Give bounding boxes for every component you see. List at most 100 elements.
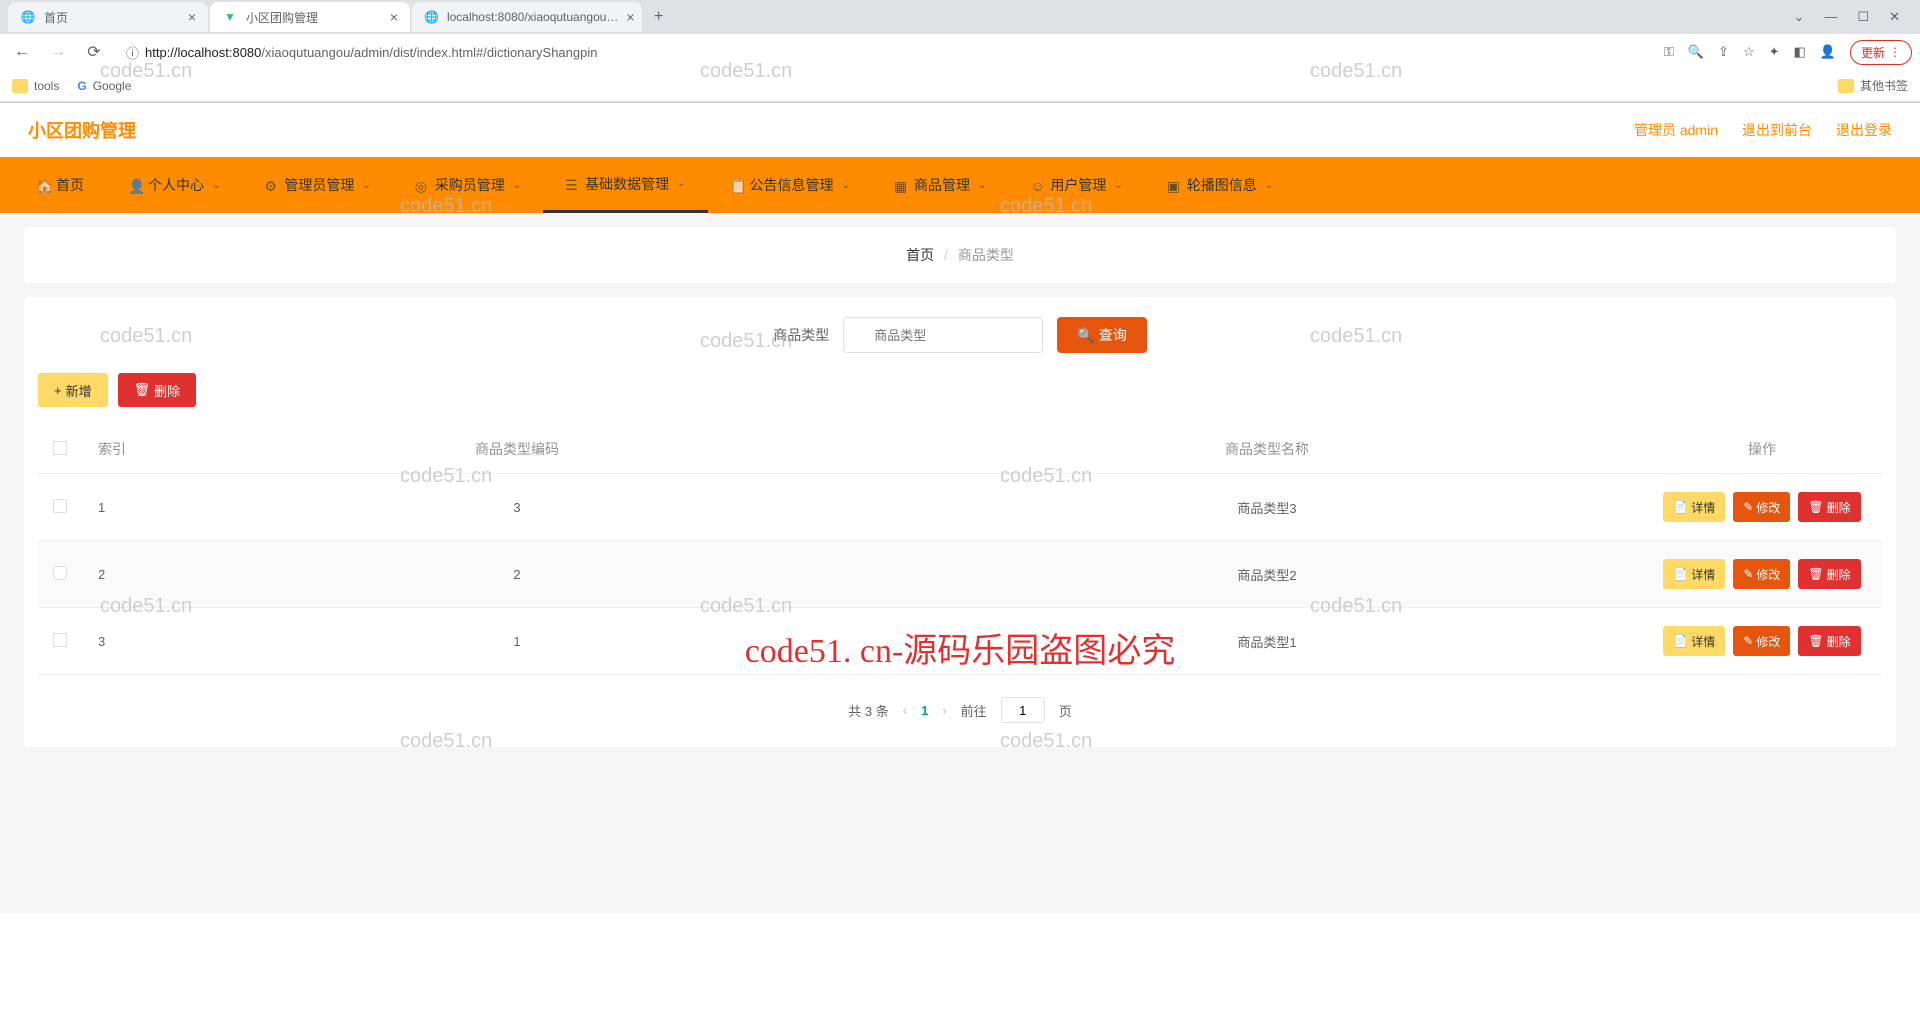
nav-home[interactable]: 🏠首页	[14, 157, 106, 213]
cell-index: 2	[82, 541, 142, 608]
app-header: 小区团购管理 管理员 admin 退出到前台 退出登录	[0, 103, 1920, 157]
page-total: 共 3 条	[848, 701, 888, 720]
update-button[interactable]: 更新 ⋮	[1850, 40, 1912, 65]
cell-name: 商品类型2	[892, 541, 1642, 608]
search-label: 商品类型	[773, 325, 829, 345]
plus-icon: +	[54, 383, 62, 398]
goto-suffix: 页	[1059, 701, 1072, 720]
address-row: ← → ⟳ ⓘ http://localhost:8080/xiaoqutuan…	[0, 34, 1920, 70]
detail-button[interactable]: 📄详情	[1663, 626, 1725, 656]
minimize-icon[interactable]: —	[1824, 9, 1837, 25]
page-prev[interactable]: ‹	[903, 703, 907, 718]
panel-icon[interactable]: ◧	[1794, 44, 1806, 60]
page-next[interactable]: ›	[942, 703, 946, 718]
nav-goods[interactable]: ▦商品管理⌄	[872, 157, 1008, 213]
close-icon[interactable]: ×	[188, 9, 196, 25]
doc-icon: 📄	[1673, 500, 1688, 514]
row-checkbox[interactable]	[53, 566, 67, 580]
reload-icon[interactable]: ⟳	[80, 38, 108, 66]
address-icons: ⚿ 🔍 ⇪ ☆ ✦ ◧ 👤 更新 ⋮	[1664, 40, 1912, 65]
delete-button[interactable]: 🗑删除	[118, 373, 197, 407]
doc-icon: 📄	[1673, 634, 1688, 648]
edit-button[interactable]: ✎修改	[1733, 626, 1790, 656]
app-logo: 小区团购管理	[28, 117, 136, 143]
search-button[interactable]: 🔍查询	[1057, 317, 1146, 353]
nav-users[interactable]: ☺用户管理⌄	[1008, 157, 1144, 213]
edit-button[interactable]: ✎修改	[1733, 492, 1790, 522]
browser-chrome: 🌐 首页 × ▼ 小区团购管理 × 🌐 localhost:8080/xiaoq…	[0, 0, 1920, 103]
close-icon[interactable]: ×	[390, 9, 398, 25]
row-delete-button[interactable]: 🗑删除	[1798, 492, 1860, 522]
nav-profile[interactable]: 👤个人中心⌄	[106, 157, 242, 213]
nav-admin[interactable]: ⚙管理员管理⌄	[242, 157, 392, 213]
logout-link[interactable]: 退出登录	[1836, 120, 1892, 140]
row-delete-button[interactable]: 🗑删除	[1798, 559, 1860, 589]
avatar-icon[interactable]: 👤	[1820, 44, 1836, 60]
row-delete-button[interactable]: 🗑删除	[1798, 626, 1860, 656]
key-icon[interactable]: ⚿	[1664, 44, 1674, 60]
th-code: 商品类型编码	[142, 425, 892, 474]
row-checkbox[interactable]	[53, 633, 67, 647]
nav-carousel[interactable]: ▣轮播图信息⌄	[1145, 157, 1295, 213]
star-icon[interactable]: ☆	[1743, 44, 1755, 60]
address-bar[interactable]: ⓘ http://localhost:8080/xiaoqutuangou/ad…	[116, 38, 1656, 66]
new-tab-button[interactable]: +	[644, 8, 673, 26]
chevron-down-icon: ⌄	[212, 180, 220, 191]
user-icon: 👤	[128, 178, 142, 192]
breadcrumb-sep: /	[944, 247, 948, 263]
trash-icon: 🗑	[1808, 500, 1823, 514]
cell-name: 商品类型3	[892, 474, 1642, 541]
admin-icon: ⚙	[264, 178, 278, 192]
back-icon[interactable]: ←	[8, 38, 36, 66]
chevron-down-icon[interactable]: ⌄	[1794, 9, 1805, 25]
main-card: 商品类型 🔍 🔍查询 +新增 🗑删除 索引 商品类型编码 商品类型名称 操作	[24, 297, 1896, 747]
chevron-down-icon: ⌄	[978, 180, 986, 191]
detail-button[interactable]: 📄详情	[1663, 559, 1725, 589]
bookmark-other[interactable]: 其他书签	[1838, 77, 1908, 94]
content: 首页 / 商品类型 商品类型 🔍 🔍查询 +新增 🗑删除 索引 商品类型编码 商…	[0, 213, 1920, 913]
edit-icon: ✎	[1743, 567, 1753, 581]
info-icon: ⓘ	[126, 43, 139, 62]
close-icon[interactable]: ×	[626, 9, 634, 25]
browser-tab-2[interactable]: 🌐 localhost:8080/xiaoqutuangou… ×	[412, 2, 642, 32]
row-checkbox[interactable]	[53, 499, 67, 513]
zoom-icon[interactable]: 🔍	[1688, 44, 1704, 60]
page-current[interactable]: 1	[921, 703, 928, 718]
chevron-down-icon: ⌄	[513, 180, 521, 191]
doc-icon: 📄	[1673, 567, 1688, 581]
bookmark-tools[interactable]: tools	[12, 79, 59, 93]
breadcrumb-current: 商品类型	[958, 247, 1014, 263]
exit-front-link[interactable]: 退出到前台	[1742, 120, 1812, 140]
users-icon: ☺	[1030, 178, 1044, 192]
close-window-icon[interactable]: ✕	[1889, 9, 1900, 25]
extension-icon[interactable]: ✦	[1769, 44, 1780, 60]
nav-buyer[interactable]: ◎采购员管理⌄	[393, 157, 543, 213]
bookmark-google[interactable]: GGoogle	[77, 79, 131, 93]
share-icon[interactable]: ⇪	[1718, 44, 1729, 60]
th-name: 商品类型名称	[892, 425, 1642, 474]
header-user[interactable]: 管理员 admin	[1634, 120, 1718, 140]
data-icon: ☰	[565, 177, 579, 191]
cell-code: 1	[142, 608, 892, 675]
tab-title: 首页	[44, 9, 68, 26]
chevron-down-icon: ⌄	[362, 180, 370, 191]
nav-notice[interactable]: 📋公告信息管理⌄	[708, 157, 872, 213]
edit-button[interactable]: ✎修改	[1733, 559, 1790, 589]
chevron-down-icon: ⌄	[677, 178, 685, 189]
browser-tab-0[interactable]: 🌐 首页 ×	[8, 2, 208, 32]
add-button[interactable]: +新增	[38, 373, 108, 407]
page-input[interactable]	[1001, 697, 1045, 723]
chevron-down-icon: ⌄	[1265, 180, 1273, 191]
breadcrumb-home[interactable]: 首页	[906, 247, 934, 263]
goto-prefix: 前往	[961, 701, 987, 720]
maximize-icon[interactable]: ☐	[1857, 9, 1869, 25]
nav-basedata[interactable]: ☰基础数据管理⌄	[543, 157, 707, 213]
detail-button[interactable]: 📄详情	[1663, 492, 1725, 522]
checkbox-all[interactable]	[53, 441, 67, 455]
search-input[interactable]	[843, 317, 1043, 353]
trash-icon: 🗑	[134, 382, 151, 398]
buyer-icon: ◎	[415, 178, 429, 192]
forward-icon[interactable]: →	[44, 38, 72, 66]
browser-tab-1[interactable]: ▼ 小区团购管理 ×	[210, 2, 410, 32]
tab-title: 小区团购管理	[246, 9, 318, 26]
